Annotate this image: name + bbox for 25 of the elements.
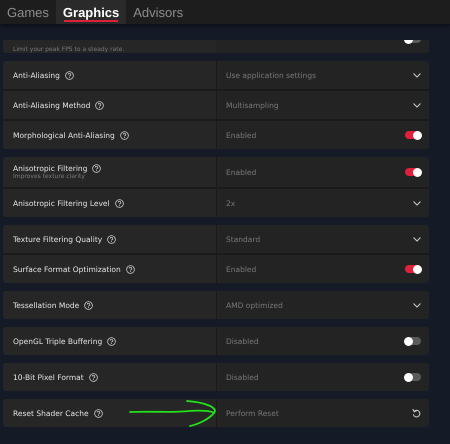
help-icon[interactable] <box>107 336 116 346</box>
chevron-down-icon[interactable] <box>413 200 421 206</box>
chevron-down-icon[interactable] <box>413 302 421 308</box>
help-icon[interactable] <box>126 264 135 274</box>
toggle-switch[interactable] <box>405 265 421 273</box>
toggle-switch[interactable] <box>405 168 421 176</box>
tab[interactable]: Graphics <box>56 0 126 24</box>
help-icon[interactable] <box>120 130 129 140</box>
help-icon[interactable] <box>92 164 102 173</box>
help-icon[interactable] <box>84 300 94 310</box>
help-icon[interactable] <box>94 408 103 418</box>
tab[interactable]: Advisors <box>126 0 190 24</box>
toggle-switch[interactable] <box>405 373 421 381</box>
help-icon[interactable] <box>64 70 74 80</box>
help-icon[interactable] <box>114 198 124 208</box>
toggle-switch[interactable] <box>405 337 421 345</box>
chevron-down-icon[interactable] <box>413 236 421 242</box>
help-icon[interactable] <box>88 372 98 382</box>
toggle-switch[interactable] <box>405 131 421 139</box>
tab[interactable]: Games <box>0 0 56 24</box>
help-icon[interactable] <box>95 100 104 110</box>
reset-icon[interactable] <box>412 408 421 418</box>
chevron-down-icon[interactable] <box>413 102 421 108</box>
chevron-down-icon[interactable] <box>413 72 421 78</box>
help-icon[interactable] <box>107 234 116 244</box>
